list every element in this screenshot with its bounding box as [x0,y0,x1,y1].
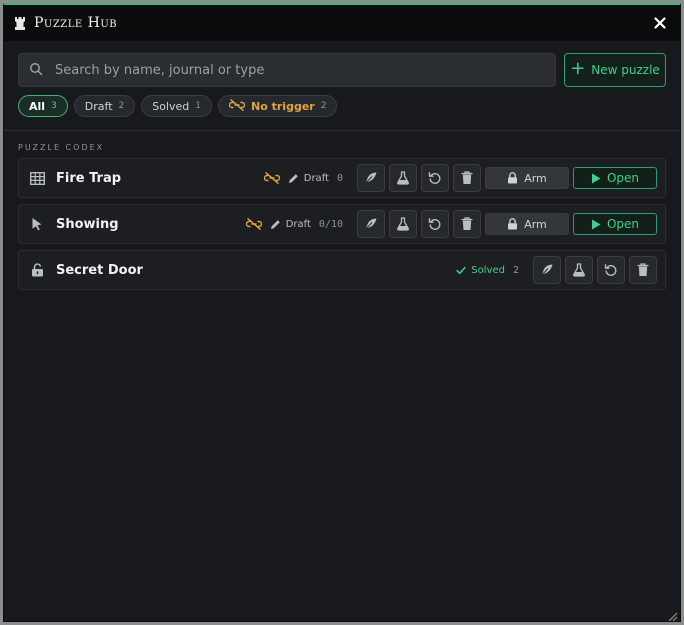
puzzle-hub-window: Puzzle Hub + New puzzle All 3 Dra [3,3,681,622]
window-title: Puzzle Hub [34,15,118,31]
open-button[interactable]: Open [573,213,657,235]
puzzle-name: Fire Trap [56,170,122,186]
new-puzzle-label: New puzzle [591,63,660,77]
resize-handle-icon[interactable] [666,607,678,621]
pointer-icon [29,216,45,232]
reset-button[interactable] [597,256,625,284]
reset-icon [428,218,441,230]
feather-icon [365,218,377,230]
check-icon [456,266,467,274]
progress-count: 2 [512,264,519,276]
puzzle-name: Showing [56,216,119,232]
trash-icon [637,263,649,276]
pencil-icon [270,219,280,229]
filter-draft-label: Draft [84,99,113,113]
filter-all[interactable]: All 3 [18,95,68,117]
trash-icon [461,217,473,230]
unlink-icon [228,98,246,114]
lock-icon [508,218,518,230]
unlink-icon [245,218,262,230]
close-icon [654,17,666,29]
arm-label: Arm [524,217,547,231]
reset-button[interactable] [421,164,449,192]
new-puzzle-button[interactable]: + New puzzle [564,53,666,87]
feather-icon [541,264,553,276]
filter-no-trigger[interactable]: No trigger 2 [218,95,338,117]
open-label: Open [606,171,640,185]
unlink-icon [263,172,280,184]
arm-button[interactable]: Arm [485,167,569,189]
delete-button[interactable] [629,256,657,284]
open-label: Open [606,217,640,231]
title-bar[interactable]: Puzzle Hub [4,5,680,41]
test-button[interactable] [565,256,593,284]
filter-chips: All 3 Draft 2 Solved 1 No trigger 2 [18,95,666,117]
lock-icon [508,172,518,184]
status-badge: Solved [456,265,505,276]
filter-solved-label: Solved [152,99,190,113]
puzzle-name: Secret Door [56,262,143,278]
search-icon [29,61,43,80]
delete-button[interactable] [453,210,481,238]
pencil-icon [288,173,298,183]
search-box[interactable] [18,53,556,87]
progress-count: 0 [336,172,343,184]
unlock-icon [29,262,45,278]
close-button[interactable] [650,13,670,33]
progress-count: 0/10 [318,218,343,230]
status-badge: Draft [288,173,329,184]
test-button[interactable] [389,210,417,238]
filter-draft[interactable]: Draft 2 [73,95,136,117]
grid-icon [29,170,45,186]
filter-solved-count: 1 [195,101,202,111]
play-icon [591,219,601,229]
reset-icon [604,264,617,276]
rook-icon [14,16,28,30]
feather-button[interactable] [357,164,385,192]
filter-draft-count: 2 [118,101,125,111]
puzzle-list: Fire Trap Draft 0 Arm Open Showing Draft… [4,158,680,290]
arm-label: Arm [524,171,547,185]
filter-all-count: 3 [51,101,57,111]
filter-solved[interactable]: Solved 1 [141,95,213,117]
trash-icon [461,171,473,184]
divider [4,130,680,131]
status-badge: Draft [270,219,311,230]
feather-button[interactable] [357,210,385,238]
reset-button[interactable] [421,210,449,238]
puzzle-row[interactable]: Secret Door Solved 2 [18,250,666,290]
test-button[interactable] [389,164,417,192]
filter-no-trigger-label: No trigger [251,99,315,113]
flask-icon [573,263,585,277]
plus-icon: + [570,58,586,79]
feather-button[interactable] [533,256,561,284]
puzzle-row[interactable]: Fire Trap Draft 0 Arm Open [18,158,666,198]
feather-icon [365,172,377,184]
play-icon [591,173,601,183]
status-text: Draft [303,172,329,184]
search-input[interactable] [53,61,555,79]
flask-icon [397,217,409,231]
arm-button[interactable]: Arm [485,213,569,235]
status-text: Solved [471,264,505,276]
section-label: Puzzle Codex [18,143,105,152]
flask-icon [397,171,409,185]
filter-no-trigger-count: 2 [320,101,327,111]
reset-icon [428,172,441,184]
puzzle-row[interactable]: Showing Draft 0/10 Arm Open [18,204,666,244]
open-button[interactable]: Open [573,167,657,189]
delete-button[interactable] [453,164,481,192]
status-text: Draft [285,218,311,230]
filter-all-label: All [29,99,46,113]
